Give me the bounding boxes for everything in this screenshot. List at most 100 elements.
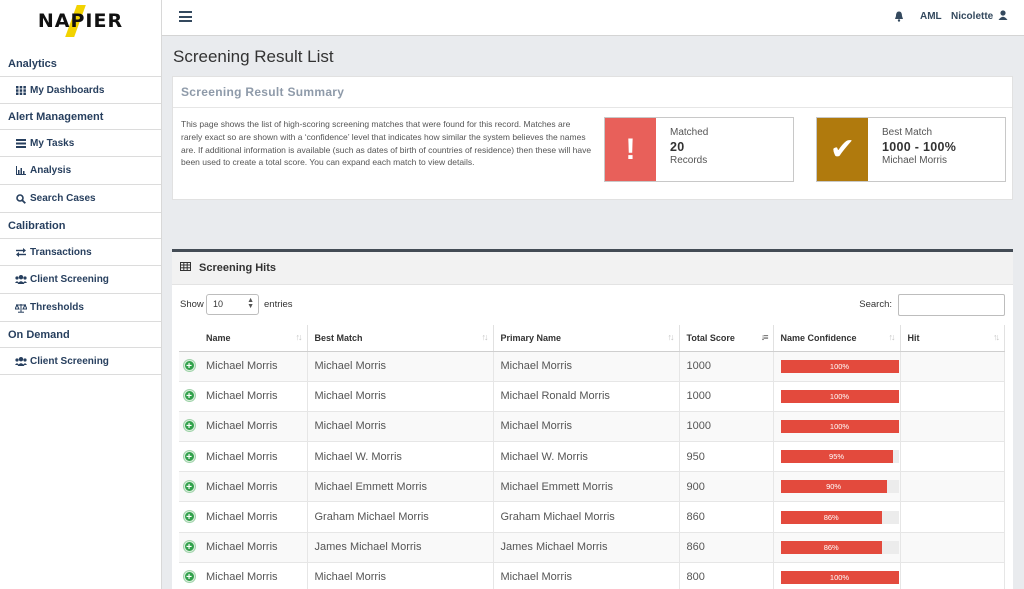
screening-hits-header: Screening Hits (172, 252, 1013, 285)
expand-row-icon[interactable]: + (183, 571, 195, 583)
sidebar-item-label: Client Screening (30, 274, 109, 285)
confidence-bar-track: 86% (780, 540, 899, 554)
sidebar-item-ondemand-client-screening[interactable]: Client Screening (0, 347, 161, 375)
page-length-value: 10 (213, 299, 224, 309)
sort-icon: ↑↓ (667, 332, 675, 342)
sidebar-item-my-dashboards[interactable]: My Dashboards (0, 76, 161, 104)
summary-description: This page shows the list of high-scoring… (181, 119, 592, 168)
cell-total-score: 1000 (679, 351, 774, 382)
table-row[interactable]: + Michael Morris Michael W. Morris Michael … (179, 441, 1005, 473)
confidence-bar: 90% (780, 480, 887, 494)
table-row[interactable]: + Michael Morris Michael Morris Michael Ron… (179, 381, 1005, 412)
confidence-bar: 100% (780, 419, 899, 433)
table-row[interactable]: + Michael Morris James Michael Morris James… (179, 532, 1005, 563)
confidence-bar-track: 100% (780, 389, 899, 403)
table-row[interactable]: + Michael Morris Michael Morris Michael Mor… (179, 562, 1005, 589)
cell-name: Michael Morris (199, 532, 308, 563)
confidence-bar: 86% (780, 540, 882, 554)
sidebar-item-thresholds[interactable]: Thresholds (0, 294, 161, 322)
sidebar-item-my-tasks[interactable]: My Tasks (0, 129, 161, 157)
expand-column-header (179, 325, 199, 352)
table-row[interactable]: + Michael Morris Michael Morris Michael Mor… (179, 411, 1005, 443)
table-row[interactable]: + Michael Morris Graham Michael Morris Grah… (179, 501, 1005, 533)
grid-icon (13, 85, 29, 95)
cell-total-score: 1000 (679, 411, 774, 443)
cell-total-score: 900 (679, 471, 774, 503)
expand-row-icon[interactable]: + (183, 541, 195, 553)
sidebar-item-analysis[interactable]: Analysis (0, 157, 161, 185)
screening-hits-panel: Screening Hits Show 10 ▲ ▼ entries Search… (172, 249, 1013, 589)
confidence-bar-track: 95% (780, 450, 899, 464)
column-header-total-score[interactable]: Total Score ↓≡ (679, 325, 774, 352)
page-length-select[interactable]: 10 ▲ ▼ (206, 294, 259, 315)
column-header-name[interactable]: Name ↑↓ (199, 325, 308, 352)
summary-panel: Screening Result Summary This page shows… (172, 76, 1013, 200)
user-icon[interactable] (998, 10, 1008, 23)
cell-primary-name: Graham Michael Morris (493, 501, 680, 533)
sidebar-item-client-screening[interactable]: Client Screening (0, 266, 161, 294)
cell-primary-name: Michael Morris (493, 411, 680, 443)
expand-row-icon[interactable]: + (183, 420, 195, 432)
column-header-best-match[interactable]: Best Match ↑↓ (307, 325, 494, 352)
exchange-icon (13, 247, 29, 257)
table-controls: Show 10 ▲ ▼ entries Search: (180, 294, 1005, 316)
sort-icon: ↑↓ (993, 332, 1000, 342)
bell-icon[interactable] (894, 11, 904, 25)
table-icon (180, 262, 191, 274)
tasks-icon (13, 138, 29, 148)
cell-best-match: Michael Morris (307, 562, 494, 589)
napier-logo[interactable]: NAPIER (0, 0, 161, 42)
summary-title: Screening Result Summary (173, 77, 1012, 108)
user-name[interactable]: Nicolette (951, 11, 993, 22)
cell-primary-name: James Michael Morris (493, 532, 680, 563)
aml-menu[interactable]: AML (920, 11, 942, 22)
cell-name: Michael Morris (199, 471, 308, 503)
cell-hit (900, 381, 1005, 412)
cell-total-score: 800 (679, 562, 774, 589)
cell-best-match: James Michael Morris (307, 532, 494, 563)
cell-total-score: 1000 (679, 381, 774, 412)
cell-name: Michael Morris (199, 381, 308, 412)
search-label: Search: (859, 299, 892, 310)
logo-text: NAPIER (37, 10, 124, 32)
cell-name: Michael Morris (199, 411, 308, 443)
hamburger-menu-icon[interactable] (179, 11, 192, 22)
screening-hits-table: Name ↑↓ Best Match ↑↓ Primary Name ↑↓ Total… (179, 325, 1005, 589)
search-input[interactable] (898, 294, 1005, 316)
sidebar-item-label: My Dashboards (30, 84, 105, 96)
column-header-hit[interactable]: Hit ↑↓ (900, 325, 1005, 352)
sidebar-item-transactions[interactable]: Transactions (0, 238, 161, 266)
sidebar-item-label: Analysis (30, 165, 72, 176)
best-match-name: Michael Morris (882, 155, 948, 166)
confidence-bar-track: 100% (780, 359, 899, 373)
expand-row-icon[interactable]: + (183, 360, 195, 372)
expand-row-icon[interactable]: + (183, 450, 195, 463)
cell-name-confidence: 90% (773, 471, 901, 503)
sort-icon: ↑↓ (888, 332, 896, 342)
confidence-bar: 100% (780, 570, 899, 584)
column-header-primary-name[interactable]: Primary Name ↑↓ (493, 325, 680, 352)
cell-hit (900, 532, 1005, 563)
cell-name-confidence: 100% (773, 411, 901, 443)
sidebar-item-search-cases[interactable]: Search Cases (0, 185, 161, 213)
table-row[interactable]: + Michael Morris Michael Emmett Morris Mich… (179, 471, 1005, 503)
expand-cell: + (179, 411, 199, 443)
expand-row-icon[interactable]: + (183, 390, 195, 402)
column-header-name-confidence[interactable]: Name Confidence ↑↓ (773, 325, 901, 352)
cell-hit (900, 351, 1005, 382)
confidence-bar-track: 100% (780, 570, 899, 584)
cell-total-score: 860 (679, 501, 774, 533)
cell-primary-name: Michael W. Morris (493, 441, 680, 473)
sidebar-item-label: Thresholds (30, 302, 84, 313)
sidebar-section-alert-management: Alert Management (8, 110, 104, 123)
users-icon (13, 275, 29, 284)
best-match-card: ✔ Best Match 1000 - 100% Michael Morris (816, 117, 1006, 182)
bar-chart-icon (13, 166, 29, 175)
expand-row-icon[interactable]: + (183, 480, 195, 493)
expand-row-icon[interactable]: + (183, 511, 195, 523)
confidence-bar-track: 86% (780, 510, 899, 524)
confidence-bar: 100% (780, 359, 899, 373)
table-row[interactable]: + Michael Morris Michael Morris Michael Mor… (179, 351, 1005, 382)
matched-count: 20 (670, 140, 685, 154)
cell-total-score: 950 (679, 441, 774, 473)
